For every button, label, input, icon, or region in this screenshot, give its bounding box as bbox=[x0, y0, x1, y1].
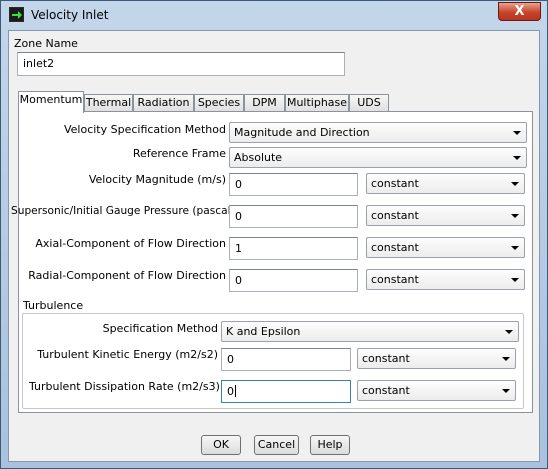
chevron-down-icon bbox=[511, 246, 519, 250]
reference-frame-value: Absolute bbox=[234, 151, 283, 164]
velocity-magnitude-field[interactable]: 0 bbox=[229, 173, 358, 196]
velocity-magnitude-label: Velocity Magnitude (m/s) bbox=[88, 173, 226, 186]
chevron-down-icon bbox=[505, 330, 513, 334]
turbulent-dissipation-rate-value: 0 bbox=[227, 385, 234, 398]
tab-species[interactable]: Species bbox=[194, 94, 244, 112]
turbulent-kinetic-energy-label: Turbulent Kinetic Energy (m2/s2) bbox=[37, 348, 218, 361]
tab-uds[interactable]: UDS bbox=[349, 94, 389, 112]
chevron-down-icon bbox=[511, 214, 519, 218]
gauge-pressure-field[interactable]: 0 bbox=[229, 205, 358, 228]
chevron-down-icon bbox=[502, 357, 510, 361]
radial-component-method-select[interactable]: constant bbox=[366, 269, 525, 290]
velocity-magnitude-method-select[interactable]: constant bbox=[366, 173, 525, 194]
axial-component-field[interactable]: 1 bbox=[229, 237, 358, 260]
radial-component-field[interactable]: 0 bbox=[229, 269, 358, 292]
close-button[interactable]: X bbox=[498, 2, 541, 21]
axial-component-method-select[interactable]: constant bbox=[366, 237, 525, 258]
tab-radiation[interactable]: Radiation bbox=[133, 94, 194, 112]
velocity-magnitude-method-value: constant bbox=[371, 177, 419, 190]
chevron-down-icon bbox=[511, 182, 519, 186]
dialog-body: Zone Name inlet2 Momentum Thermal Radiat… bbox=[8, 30, 540, 462]
tab-dpm[interactable]: DPM bbox=[244, 94, 285, 112]
zone-name-field[interactable]: inlet2 bbox=[17, 52, 345, 76]
velocity-inlet-dialog: Velocity Inlet X Zone Name inlet2 Moment… bbox=[0, 0, 548, 469]
help-button[interactable]: Help bbox=[310, 435, 350, 455]
turbulence-spec-select[interactable]: K and Epsilon bbox=[221, 321, 519, 342]
turbulent-kinetic-energy-method-value: constant bbox=[362, 352, 410, 365]
reference-frame-label: Reference Frame bbox=[132, 147, 226, 160]
gauge-pressure-method-select[interactable]: constant bbox=[366, 205, 525, 226]
chevron-down-icon bbox=[513, 131, 521, 135]
turbulence-group-label: Turbulence bbox=[23, 299, 84, 312]
chevron-down-icon bbox=[511, 278, 519, 282]
velocity-spec-value: Magnitude and Direction bbox=[234, 126, 370, 139]
zone-name-label: Zone Name bbox=[14, 37, 78, 50]
turbulent-kinetic-energy-field[interactable]: 0 bbox=[221, 348, 351, 371]
chevron-down-icon bbox=[502, 389, 510, 393]
turbulent-dissipation-rate-label: Turbulent Dissipation Rate (m2/s3) bbox=[29, 380, 220, 393]
tab-multiphase[interactable]: Multiphase bbox=[285, 94, 349, 112]
cancel-button[interactable]: Cancel bbox=[254, 435, 299, 455]
title-bar[interactable]: Velocity Inlet X bbox=[1, 1, 547, 29]
radial-component-label: Radial-Component of Flow Direction bbox=[28, 269, 226, 282]
turbulence-spec-label: Specification Method bbox=[102, 322, 218, 335]
turbulent-dissipation-rate-method-value: constant bbox=[362, 384, 410, 397]
radial-component-method-value: constant bbox=[371, 273, 419, 286]
chevron-down-icon bbox=[513, 156, 521, 160]
gauge-pressure-method-value: constant bbox=[371, 209, 419, 222]
axial-component-label: Axial-Component of Flow Direction bbox=[35, 237, 226, 250]
tab-thermal[interactable]: Thermal bbox=[84, 94, 133, 112]
tab-momentum[interactable]: Momentum bbox=[18, 91, 84, 113]
turbulent-dissipation-rate-method-select[interactable]: constant bbox=[357, 380, 516, 401]
window-title: Velocity Inlet bbox=[31, 8, 109, 22]
velocity-spec-select[interactable]: Magnitude and Direction bbox=[229, 122, 527, 143]
fluent-app-icon bbox=[9, 7, 24, 22]
gauge-pressure-label: Supersonic/Initial Gauge Pressure (pasca… bbox=[11, 205, 235, 217]
reference-frame-select[interactable]: Absolute bbox=[229, 147, 527, 168]
turbulent-kinetic-energy-method-select[interactable]: constant bbox=[357, 348, 516, 369]
turbulence-spec-value: K and Epsilon bbox=[226, 325, 301, 338]
velocity-spec-label: Velocity Specification Method bbox=[63, 123, 226, 136]
turbulent-dissipation-rate-field[interactable]: 0 bbox=[221, 380, 351, 403]
text-cursor bbox=[235, 385, 236, 397]
ok-button[interactable]: OK bbox=[201, 435, 241, 455]
axial-component-method-value: constant bbox=[371, 241, 419, 254]
